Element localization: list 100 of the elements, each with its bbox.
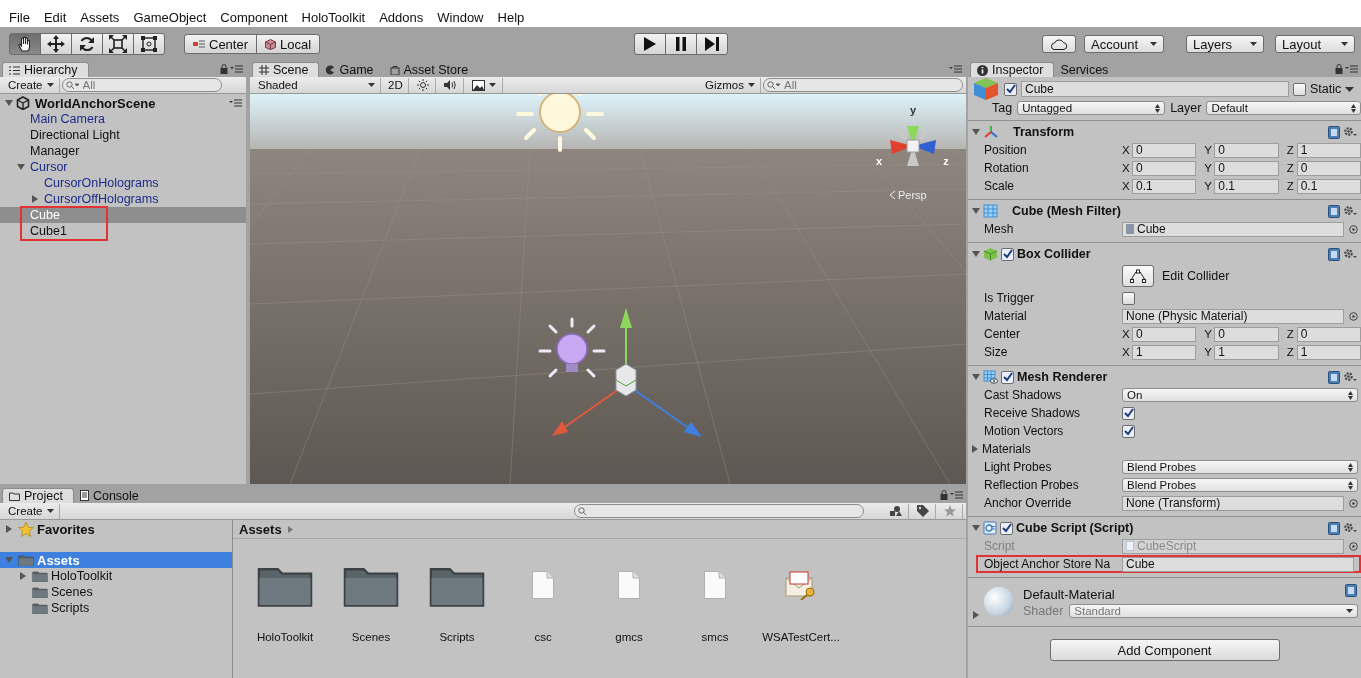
object-reference-field[interactable]: None (Physic Material) [1122, 308, 1344, 324]
help-book-icon[interactable] [1328, 370, 1340, 384]
pause-button[interactable] [664, 33, 697, 55]
lock-icon[interactable] [1335, 64, 1343, 74]
expanded-arrow-icon[interactable] [17, 163, 25, 171]
number-field[interactable]: 1 [1296, 344, 1361, 360]
checkbox[interactable] [1122, 406, 1135, 420]
scale-tool-button[interactable] [102, 33, 134, 55]
number-field[interactable]: 1 [1296, 142, 1361, 158]
store-tab[interactable]: Asset Store [383, 62, 479, 77]
console-tab[interactable]: Console [73, 488, 149, 503]
checkbox[interactable] [1122, 424, 1135, 438]
checkbox[interactable] [1000, 521, 1013, 535]
expanded-arrow-icon[interactable] [972, 250, 980, 258]
hierarchy-item[interactable]: CursorOnHolograms [0, 175, 246, 191]
object-picker-icon[interactable] [1349, 541, 1358, 551]
edit-collider-button[interactable] [1122, 265, 1154, 287]
object-reference-field[interactable]: None (Transform) [1122, 495, 1344, 511]
settings-icon[interactable] [1343, 248, 1357, 260]
help-book-icon[interactable] [1328, 204, 1340, 218]
property-dropdown[interactable]: Blend Probes [1122, 478, 1358, 492]
inspector-tab[interactable]: Inspector [970, 62, 1055, 77]
checkbox[interactable] [1001, 370, 1014, 384]
expanded-arrow-icon[interactable] [972, 128, 980, 136]
hierarchy-tab[interactable]: Hierarchy [2, 62, 89, 77]
2d-toggle-button[interactable]: 2D [383, 77, 409, 93]
game-tab[interactable]: Game [319, 62, 384, 77]
caret-icon[interactable] [1345, 86, 1355, 92]
property-dropdown[interactable]: On [1122, 388, 1358, 402]
create-dropdown[interactable]: Create [3, 503, 60, 519]
expanded-arrow-icon[interactable] [5, 99, 13, 107]
cloud-button[interactable] [1042, 35, 1076, 53]
asset-item[interactable]: csc [500, 559, 586, 643]
collapsed-arrow-icon[interactable] [5, 525, 13, 533]
asset-item[interactable]: gmcs [586, 559, 672, 643]
hierarchy-item[interactable]: Directional Light [0, 127, 246, 143]
add-component-button[interactable]: Add Component [1049, 639, 1280, 661]
asset-item[interactable]: smcs [672, 559, 758, 643]
asset-item[interactable]: WSATestCert... [758, 559, 844, 643]
services-tab[interactable]: Services [1054, 62, 1119, 77]
number-field[interactable]: 0 [1214, 326, 1279, 342]
rect-tool-button[interactable] [133, 33, 165, 55]
help-book-icon[interactable] [1328, 247, 1340, 261]
object-picker-icon[interactable] [1349, 311, 1358, 321]
number-field[interactable]: 1 [1132, 344, 1197, 360]
menu-item[interactable]: Help [490, 9, 532, 25]
number-field[interactable]: 0.1 [1132, 178, 1197, 194]
hand-tool-button[interactable] [9, 33, 41, 55]
asset-item[interactable]: HoloToolkit [242, 559, 328, 643]
menu-item[interactable]: File [2, 9, 37, 25]
menu-item[interactable]: Addons [372, 9, 431, 25]
shader-dropdown[interactable]: Standard [1069, 603, 1358, 618]
shading-mode-dropdown[interactable]: Shaded [253, 77, 381, 93]
space-toggle-button[interactable]: Local [256, 34, 321, 54]
hierarchy-item[interactable]: CursorOffHolograms [0, 191, 246, 207]
menu-item[interactable]: Edit [36, 9, 74, 25]
foldout-label[interactable]: Materials [971, 442, 1031, 456]
number-field[interactable]: 0 [1214, 142, 1279, 158]
property-dropdown[interactable]: Blend Probes [1122, 460, 1358, 474]
menu-item[interactable]: HoloToolkit [294, 9, 373, 25]
breadcrumb-link[interactable]: Assets [239, 521, 282, 537]
checkbox[interactable] [1004, 82, 1017, 96]
checkbox[interactable] [1122, 291, 1135, 305]
dropdown-menu-button[interactable]: Layers [1186, 35, 1264, 53]
gizmos-dropdown[interactable]: Gizmos [700, 77, 761, 93]
project-tree-item[interactable]: Favorites [0, 521, 232, 537]
tag-dropdown[interactable]: Untagged [1017, 101, 1166, 115]
menu-item[interactable]: Component [213, 9, 295, 25]
project-tree-item[interactable]: HoloToolkit [0, 568, 232, 584]
search-field[interactable] [574, 504, 864, 518]
collapsed-arrow-icon[interactable] [972, 611, 980, 619]
collapsed-arrow-icon[interactable] [19, 572, 27, 580]
project-tree-item[interactable]: Scripts [0, 600, 232, 616]
checkbox[interactable] [1293, 82, 1306, 96]
help-book-icon[interactable] [1328, 125, 1340, 139]
menu-item[interactable]: Assets [73, 9, 127, 25]
number-field[interactable]: 0 [1132, 326, 1197, 342]
project-tree-item[interactable]: Assets [0, 552, 232, 568]
search-field[interactable]: All [61, 78, 222, 92]
number-field[interactable]: 0 [1132, 160, 1197, 176]
number-field[interactable]: 0 [1296, 160, 1361, 176]
scene-tab[interactable]: Scene [252, 62, 320, 77]
layer-dropdown[interactable]: Default [1206, 101, 1361, 115]
object-name-field[interactable]: Cube [1021, 81, 1289, 97]
dropdown-menu-button[interactable]: Layout [1275, 35, 1355, 53]
text-field[interactable]: Cube [1122, 556, 1354, 572]
expanded-arrow-icon[interactable] [972, 207, 980, 215]
number-field[interactable]: 0 [1132, 142, 1197, 158]
move-tool-button[interactable] [40, 33, 72, 55]
asset-item[interactable]: Scripts [414, 559, 500, 643]
pivot-toggle-button[interactable]: Center [184, 34, 258, 54]
number-field[interactable]: 1 [1214, 344, 1279, 360]
number-field[interactable]: 0.1 [1296, 178, 1361, 194]
step-button[interactable] [695, 33, 728, 55]
play-button[interactable] [633, 33, 666, 55]
hierarchy-item[interactable]: Main Camera [0, 111, 246, 127]
object-picker-icon[interactable] [1349, 224, 1358, 234]
rotate-tool-button[interactable] [71, 33, 103, 55]
checkbox[interactable] [1001, 247, 1014, 261]
settings-icon[interactable] [1343, 205, 1357, 217]
